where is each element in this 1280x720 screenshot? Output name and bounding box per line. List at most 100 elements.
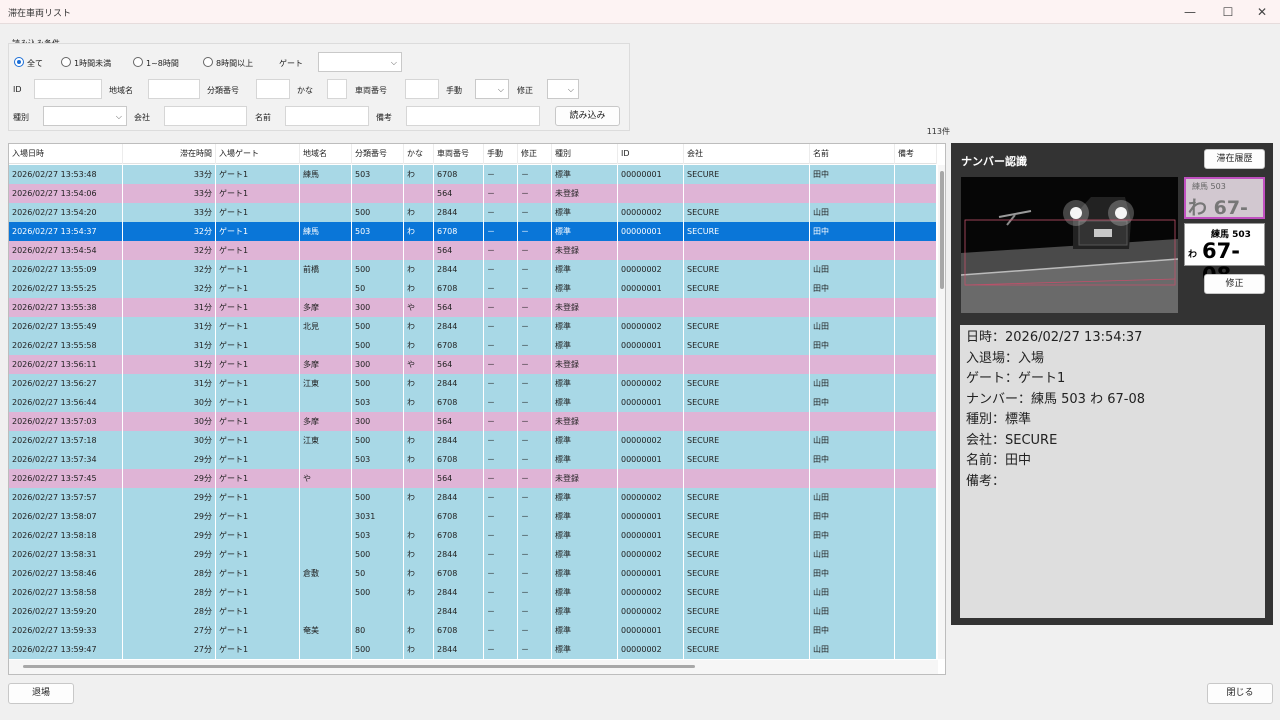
table-cell: SECURE — [684, 450, 810, 469]
table-row[interactable]: 2026/02/27 13:55:58 31分 ゲート1 500 わ 6708 －－標準 00… — [9, 336, 937, 355]
table-row[interactable]: 2026/02/27 13:59:33 27分 ゲート1 奄美 80 わ 6708 －－標準 0… — [9, 621, 937, 640]
radio-over-8h[interactable] — [203, 57, 213, 67]
col-type[interactable]: 種別 — [552, 144, 618, 164]
kana-input[interactable] — [327, 79, 347, 99]
radio-under-1h[interactable] — [61, 57, 71, 67]
table-row[interactable]: 2026/02/27 13:58:18 29分 ゲート1 503 わ 6708 －－標準 00… — [9, 526, 937, 545]
table-cell: － — [518, 488, 552, 507]
correct-button[interactable]: 修正 — [1204, 274, 1265, 294]
col-kana[interactable]: かな — [404, 144, 434, 164]
table-cell — [404, 241, 434, 260]
gate-select[interactable]: ⌵ — [318, 52, 402, 72]
table-cell: SECURE — [684, 621, 810, 640]
vertical-scroll-thumb[interactable] — [940, 171, 944, 289]
class-input[interactable] — [256, 79, 290, 99]
table-row[interactable]: 2026/02/27 13:58:46 28分 ゲート1 倉敷 50 わ 6708 －－標準 0… — [9, 564, 937, 583]
radio-all[interactable] — [14, 57, 24, 67]
stay-history-button[interactable]: 滞在履歴 — [1204, 149, 1265, 169]
table-row[interactable]: 2026/02/27 13:59:47 27分 ゲート1 500 わ 2844 －－標準 00… — [9, 640, 937, 659]
company-input[interactable] — [164, 106, 247, 126]
col-manual[interactable]: 手動 — [484, 144, 518, 164]
id-input[interactable] — [34, 79, 102, 99]
table-row[interactable]: 2026/02/27 13:54:54 32分 ゲート1 564 －－未登録 — [9, 241, 937, 260]
id-label: ID — [13, 85, 22, 94]
table-cell — [300, 583, 352, 602]
table-row[interactable]: 2026/02/27 13:54:37 32分 ゲート1 練馬 503 わ 6708 －－標準… — [9, 222, 937, 241]
table-row[interactable]: 2026/02/27 13:58:07 29分 ゲート1 3031 6708 －－標準 00… — [9, 507, 937, 526]
table-cell — [300, 450, 352, 469]
table-row[interactable]: 2026/02/27 13:57:18 30分 ゲート1 江東 500 わ 2844 －－標準… — [9, 431, 937, 450]
table-cell: 00000001 — [618, 526, 684, 545]
col-entry-time[interactable]: 入場日時 — [9, 144, 123, 164]
horizontal-scroll-thumb[interactable] — [23, 665, 695, 668]
table-row[interactable]: 2026/02/27 13:57:45 29分 ゲート1 や 564 －－未登録 — [9, 469, 937, 488]
table-cell: ゲート1 — [216, 165, 300, 184]
table-row[interactable]: 2026/02/27 13:56:44 30分 ゲート1 503 わ 6708 －－標準 00… — [9, 393, 937, 412]
table-cell: 500 — [352, 545, 404, 564]
table-row[interactable]: 2026/02/27 13:53:48 33分 ゲート1 練馬 503 わ 6708 －－標準… — [9, 165, 937, 184]
table-row[interactable]: 2026/02/27 13:59:20 28分 ゲート1 2844 －－標準 000000… — [9, 602, 937, 621]
minimize-icon[interactable]: — — [1176, 3, 1204, 21]
col-number[interactable]: 車両番号 — [434, 144, 484, 164]
info-company: 会社：SECURE — [966, 432, 1058, 448]
table-row[interactable]: 2026/02/27 13:56:11 31分 ゲート1 多摩 300 や 564 －－未登録 — [9, 355, 937, 374]
load-button[interactable]: 読み込み — [555, 106, 620, 126]
table-cell: 00000001 — [618, 336, 684, 355]
table-cell: 標準 — [552, 336, 618, 355]
info-direction: 入退場：入場 — [966, 350, 1045, 366]
table-cell: 33分 — [123, 203, 216, 222]
table-cell: 田中 — [810, 279, 895, 298]
close-button[interactable]: 閉じる — [1207, 683, 1273, 704]
table-row[interactable]: 2026/02/27 13:57:57 29分 ゲート1 500 わ 2844 －－標準 00… — [9, 488, 937, 507]
table-cell: － — [484, 469, 518, 488]
table-row[interactable]: 2026/02/27 13:55:09 32分 ゲート1 前橋 500 わ 2844 －－標準… — [9, 260, 937, 279]
table-row[interactable]: 2026/02/27 13:56:27 31分 ゲート1 江東 500 わ 2844 －－標準… — [9, 374, 937, 393]
table-cell: － — [518, 203, 552, 222]
table-cell: － — [518, 374, 552, 393]
col-company[interactable]: 会社 — [684, 144, 810, 164]
table-cell: 564 — [434, 241, 484, 260]
table-row[interactable]: 2026/02/27 13:57:03 30分 ゲート1 多摩 300 564 －－未登録 — [9, 412, 937, 431]
manual-select[interactable]: ⌵ — [475, 79, 509, 99]
table-cell — [895, 545, 937, 564]
table-row[interactable]: 2026/02/27 13:58:58 28分 ゲート1 500 わ 2844 －－標準 00… — [9, 583, 937, 602]
col-name[interactable]: 名前 — [810, 144, 895, 164]
table-cell: 2026/02/27 13:54:54 — [9, 241, 123, 260]
table-cell: 2844 — [434, 203, 484, 222]
table-cell: － — [484, 184, 518, 203]
col-area[interactable]: 地域名 — [300, 144, 352, 164]
vertical-scrollbar[interactable] — [938, 165, 945, 659]
col-entry-gate[interactable]: 入場ゲート — [216, 144, 300, 164]
area-input[interactable] — [148, 79, 200, 99]
name-input[interactable] — [285, 106, 369, 126]
correct-select[interactable]: ⌵ — [547, 79, 579, 99]
note-input[interactable] — [406, 106, 540, 126]
col-stay-time[interactable]: 滞在時間 — [123, 144, 216, 164]
table-row[interactable]: 2026/02/27 13:58:31 29分 ゲート1 500 わ 2844 －－標準 00… — [9, 545, 937, 564]
radio-1-8h[interactable] — [133, 57, 143, 67]
table-cell: 標準 — [552, 165, 618, 184]
table-row[interactable]: 2026/02/27 13:54:20 33分 ゲート1 500 わ 2844 －－標準 00… — [9, 203, 937, 222]
info-number: ナンバー：練馬 503 わ 67-08 — [966, 391, 1145, 407]
table-row[interactable]: 2026/02/27 13:57:34 29分 ゲート1 503 わ 6708 －－標準 00… — [9, 450, 937, 469]
table-row[interactable]: 2026/02/27 13:54:06 33分 ゲート1 564 －－未登録 — [9, 184, 937, 203]
table-row[interactable]: 2026/02/27 13:55:49 31分 ゲート1 北見 500 わ 2844 －－標準… — [9, 317, 937, 336]
col-correct[interactable]: 修正 — [518, 144, 552, 164]
close-icon[interactable]: ✕ — [1248, 3, 1276, 21]
table-cell: 500 — [352, 488, 404, 507]
table-row[interactable]: 2026/02/27 13:55:38 31分 ゲート1 多摩 300 や 564 －－未登録 — [9, 298, 937, 317]
table-row[interactable]: 2026/02/27 13:55:25 32分 ゲート1 50 わ 6708 －－標準 000… — [9, 279, 937, 298]
col-note[interactable]: 備考 — [895, 144, 937, 164]
type-select[interactable]: ⌵ — [43, 106, 127, 126]
table-cell: 2026/02/27 13:55:09 — [9, 260, 123, 279]
table-cell: SECURE — [684, 507, 810, 526]
number-input[interactable] — [405, 79, 439, 99]
horizontal-scrollbar[interactable] — [9, 660, 938, 674]
table-cell: ゲート1 — [216, 602, 300, 621]
col-id[interactable]: ID — [618, 144, 684, 164]
col-class[interactable]: 分類番号 — [352, 144, 404, 164]
maximize-icon[interactable]: ☐ — [1214, 3, 1242, 21]
table-cell: － — [484, 317, 518, 336]
table-cell: わ — [404, 260, 434, 279]
exit-button[interactable]: 退場 — [8, 683, 74, 704]
